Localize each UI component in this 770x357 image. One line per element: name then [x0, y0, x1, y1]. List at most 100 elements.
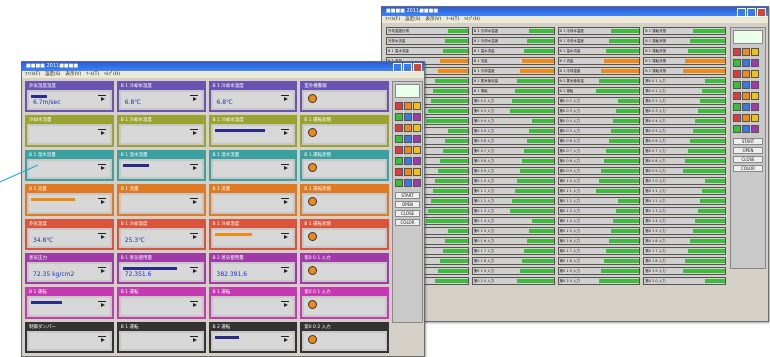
input-cell[interactable]: 第0 0 5 入力	[643, 127, 726, 135]
sensor-panel[interactable]: B 2 蒸気使用量 382.391.6	[208, 252, 298, 285]
input-cell[interactable]: B 1 冷却温度	[471, 67, 555, 75]
close-icon[interactable]	[413, 63, 422, 72]
sensor-panel[interactable]: B 1 蒸気使用量 72.351.6	[116, 252, 206, 285]
side-button-close[interactable]: CLOSE	[733, 156, 763, 163]
input-cell[interactable]: B 1 冷却水温度	[557, 37, 641, 45]
sensor-panel[interactable]: B 1 流量	[116, 184, 206, 216]
input-cell[interactable]: 第0 1 7 入力	[471, 247, 555, 255]
input-cell[interactable]: 第0 1 5 入力	[643, 227, 726, 235]
menu-item[interactable]: ﾌｧｲﾙ(F)	[385, 17, 400, 22]
input-cell[interactable]: 第0 1 5 入力	[471, 227, 555, 235]
sensor-panel[interactable]: 第0 0 1 入力	[300, 252, 389, 285]
input-cell[interactable]: 第0 0 7 入力	[643, 147, 726, 155]
input-cell[interactable]: 第0 1 0 入力	[643, 177, 726, 185]
menu-item[interactable]: ﾂｰﾙ(T)	[446, 17, 459, 22]
menu-item[interactable]: ﾂｰﾙ(T)	[86, 72, 99, 77]
input-cell[interactable]: 第0 1 8 入力	[643, 257, 726, 265]
input-cell[interactable]: 第0 1 1 入力	[643, 187, 726, 195]
sensor-panel[interactable]: B 1 運転	[208, 287, 298, 319]
input-cell[interactable]: B 1 運転状態	[643, 27, 726, 35]
input-cell[interactable]: 第0 1 9 入力	[557, 267, 641, 275]
input-cell[interactable]: 第0 0 8 入力	[643, 157, 726, 165]
sensor-panel[interactable]: B 1 運転	[116, 287, 206, 319]
sensor-panel[interactable]: 蒸気圧力 72.35 kg/cm2	[25, 252, 114, 285]
sensor-panel[interactable]: B 1 流量	[208, 184, 298, 216]
input-cell[interactable]: 第0 0 5 入力	[557, 127, 641, 135]
input-cell[interactable]: 第0 0 7 入力	[471, 147, 555, 155]
input-cell[interactable]: B 1 運転	[471, 87, 555, 95]
input-cell[interactable]: 外気温度計測	[386, 27, 469, 35]
input-cell[interactable]: B 2 蒸気使用量	[557, 77, 641, 85]
input-cell[interactable]: 第0 1 6 入力	[557, 237, 641, 245]
input-cell[interactable]: 第0 0 2 入力	[643, 97, 726, 105]
input-cell[interactable]: B 1 運転状態	[643, 57, 726, 65]
input-cell[interactable]: B 1 温水流量	[471, 47, 555, 55]
input-cell[interactable]: B 1 冷却水温度	[557, 27, 641, 35]
input-cell[interactable]: 第0 0 4 入力	[557, 117, 641, 125]
input-cell[interactable]: 第0 0 9 入力	[643, 167, 726, 175]
sensor-panel[interactable]: 外気温度 34.8℃	[25, 218, 114, 250]
input-cell[interactable]: 第0 1 2 入力	[557, 197, 641, 205]
input-cell[interactable]: 第0 1 6 入力	[471, 237, 555, 245]
input-cell[interactable]: 第0 0 1 入力	[643, 87, 726, 95]
close-icon[interactable]	[757, 8, 766, 17]
input-cell[interactable]: 第0 0 3 入力	[643, 107, 726, 115]
input-cell[interactable]: 第0 0 9 入力	[471, 167, 555, 175]
input-cell[interactable]: B 1 運転状態	[643, 67, 726, 75]
input-cell[interactable]: 第0 1 3 入力	[557, 207, 641, 215]
minimize-icon[interactable]	[393, 63, 402, 72]
side-button-open[interactable]: OPEN	[395, 201, 420, 208]
input-cell[interactable]: 第0 1 9 入力	[643, 267, 726, 275]
sensor-panel[interactable]: B 1 運転状態	[300, 115, 389, 147]
back-window-titlebar[interactable]: ■■■■ 2011■■■■	[382, 7, 768, 17]
input-cell[interactable]: 第0 0 5 入力	[471, 127, 555, 135]
sensor-panel[interactable]: 第0 0 2 入力	[300, 321, 389, 353]
sensor-panel[interactable]: B 1 冷却水温度 6.8℃	[116, 81, 206, 113]
input-cell[interactable]: 第0 0 8 入力	[471, 157, 555, 165]
sensor-panel[interactable]: B 2 運転	[208, 321, 298, 353]
sensor-panel[interactable]: B 1 冷却水温度 6.8℃	[208, 81, 298, 113]
input-cell[interactable]: B 1 流量	[557, 57, 641, 65]
sensor-panel[interactable]: B 1 温水流量	[208, 149, 298, 182]
sensor-panel[interactable]: 第0 0 1 入力	[300, 287, 389, 319]
input-cell[interactable]: 第0 1 9 入力	[471, 267, 555, 275]
input-cell[interactable]: B 1 冷却水温度	[471, 27, 555, 35]
input-cell[interactable]: 第0 1 5 入力	[557, 227, 641, 235]
menu-item[interactable]: ﾍﾙﾌﾟ(H)	[104, 72, 120, 77]
sensor-panel[interactable]: B 1 冷却水温度	[116, 115, 206, 147]
sensor-panel[interactable]: B 1 冷却水温度	[208, 115, 298, 147]
side-button-open[interactable]: OPEN	[733, 147, 763, 154]
input-cell[interactable]: B 1 冷却温度	[557, 67, 641, 75]
menu-item[interactable]: ﾌｧｲﾙ(F)	[25, 72, 40, 77]
sensor-panel[interactable]: B 1 運転状態	[300, 149, 389, 182]
input-cell[interactable]: 第0 1 0 入力	[471, 177, 555, 185]
input-cell[interactable]: 第0 0 6 入力	[471, 137, 555, 145]
front-window-titlebar[interactable]: ■■■■ 2011■■■■	[22, 62, 424, 72]
input-cell[interactable]: 第0 1 2 入力	[471, 197, 555, 205]
input-cell[interactable]: 第0 0 7 入力	[557, 147, 641, 155]
sensor-panel[interactable]: 室外機警報	[300, 81, 389, 113]
input-cell[interactable]: 第0 1 3 入力	[471, 207, 555, 215]
side-button-start[interactable]: START	[395, 192, 420, 199]
input-cell[interactable]: 第0 1 7 入力	[643, 247, 726, 255]
input-cell[interactable]: B 1 運転状態	[643, 47, 726, 55]
menu-item[interactable]: 表示(V)	[425, 17, 441, 22]
sensor-panel[interactable]: B 1 冷却温度 25.3℃	[116, 218, 206, 250]
input-cell[interactable]: 第0 1 2 入力	[643, 197, 726, 205]
sensor-panel[interactable]: B 1 運転状態	[300, 184, 389, 216]
sensor-panel[interactable]: B 1 流量	[25, 184, 114, 216]
input-cell[interactable]: 第0 0 6 入力	[643, 137, 726, 145]
side-button-close[interactable]: CLOSE	[395, 210, 420, 217]
input-cell[interactable]: 第0 1 3 入力	[643, 207, 726, 215]
input-cell[interactable]: B 1 温水流量	[557, 47, 641, 55]
input-cell[interactable]: 第0 0 4 入力	[471, 117, 555, 125]
input-cell[interactable]: 第0 0 1 入力	[643, 77, 726, 85]
menu-item[interactable]: ﾍﾙﾌﾟ(H)	[464, 17, 480, 22]
input-cell[interactable]: 第0 1 4 入力	[557, 217, 641, 225]
input-cell[interactable]: 第0 1 8 入力	[557, 257, 641, 265]
maximize-icon[interactable]	[747, 8, 756, 17]
side-button-color[interactable]: COLOR	[733, 165, 763, 172]
input-cell[interactable]: B 1 冷却水温度	[471, 37, 555, 45]
input-cell[interactable]: 第0 0 3 入力	[557, 107, 641, 115]
sensor-panel[interactable]: 外気湿度温度 6.7m/sec	[25, 81, 114, 113]
